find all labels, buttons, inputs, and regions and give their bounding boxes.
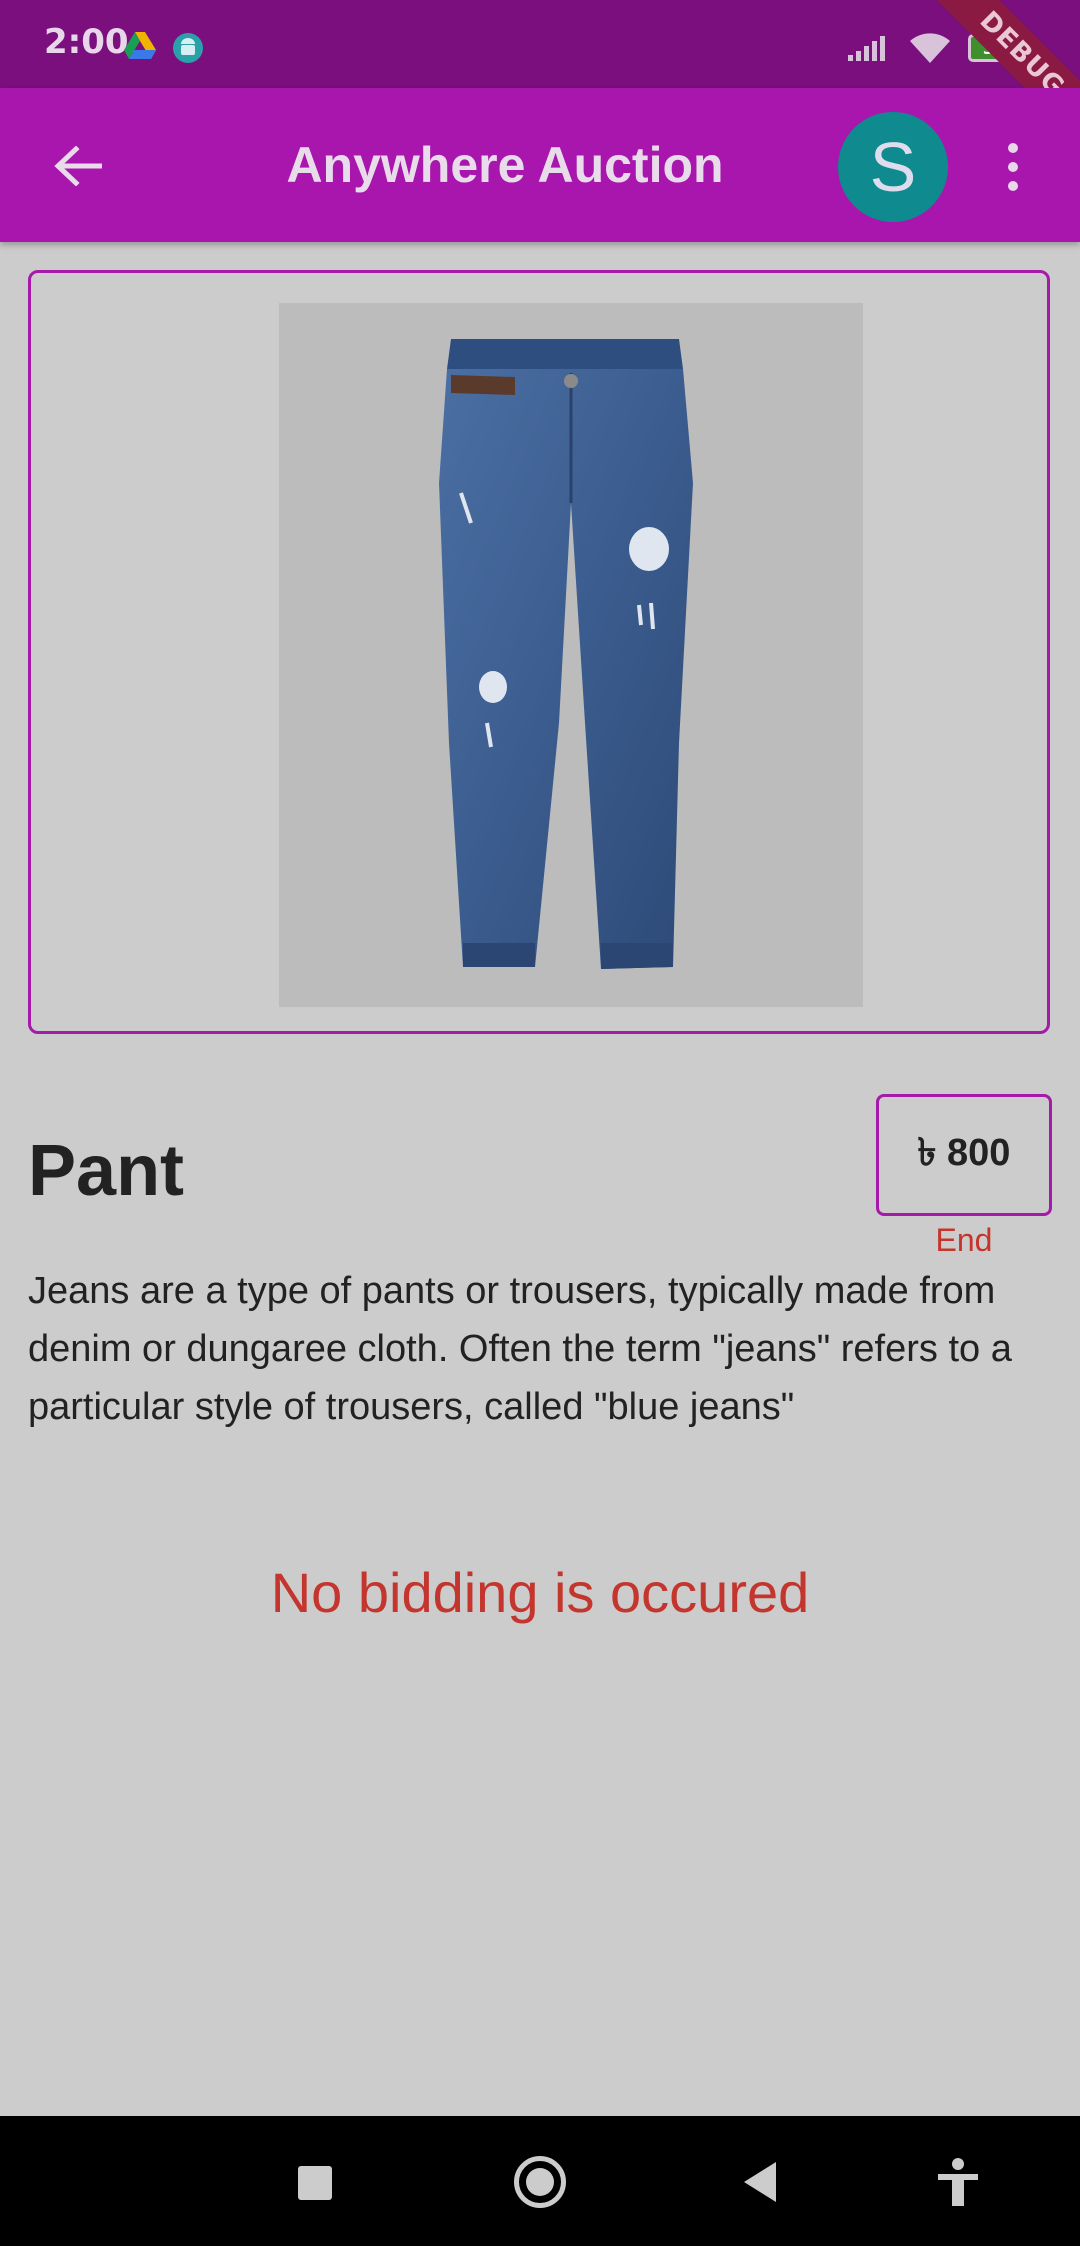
back-button[interactable]	[40, 128, 116, 204]
price-badge: ৳ 800	[876, 1094, 1052, 1216]
app-bar: Anywhere Auction S	[0, 88, 1080, 242]
more-dot-icon	[1008, 162, 1018, 172]
product-image-card	[28, 270, 1050, 1034]
product-description: Jeans are a type of pants or trousers, t…	[28, 1270, 1012, 1428]
avatar[interactable]: S	[838, 112, 948, 222]
status-time: 2:00	[44, 22, 129, 62]
android-icon	[173, 33, 203, 63]
product-image	[279, 303, 863, 1007]
accessibility-icon[interactable]	[936, 2158, 980, 2208]
back-nav-button[interactable]	[744, 2162, 776, 2202]
no-bidding-message: No bidding is occured	[270, 1561, 810, 1624]
home-button[interactable]	[514, 2156, 566, 2208]
more-dot-icon	[1008, 143, 1018, 153]
drive-icon	[124, 32, 156, 59]
status-bar: 2:00 34 DEBUG	[0, 0, 1080, 155]
auction-status: End	[935, 1222, 993, 1258]
system-nav-bar	[0, 2116, 1080, 2246]
recents-button[interactable]	[298, 2166, 332, 2200]
more-options-button[interactable]	[998, 132, 1028, 202]
arrow-back-icon	[54, 146, 102, 186]
jeans-image	[439, 339, 693, 969]
wifi-icon	[910, 33, 950, 63]
product-title: Pant	[28, 1131, 185, 1211]
more-dot-icon	[1008, 181, 1018, 191]
signal-icon	[848, 36, 885, 61]
